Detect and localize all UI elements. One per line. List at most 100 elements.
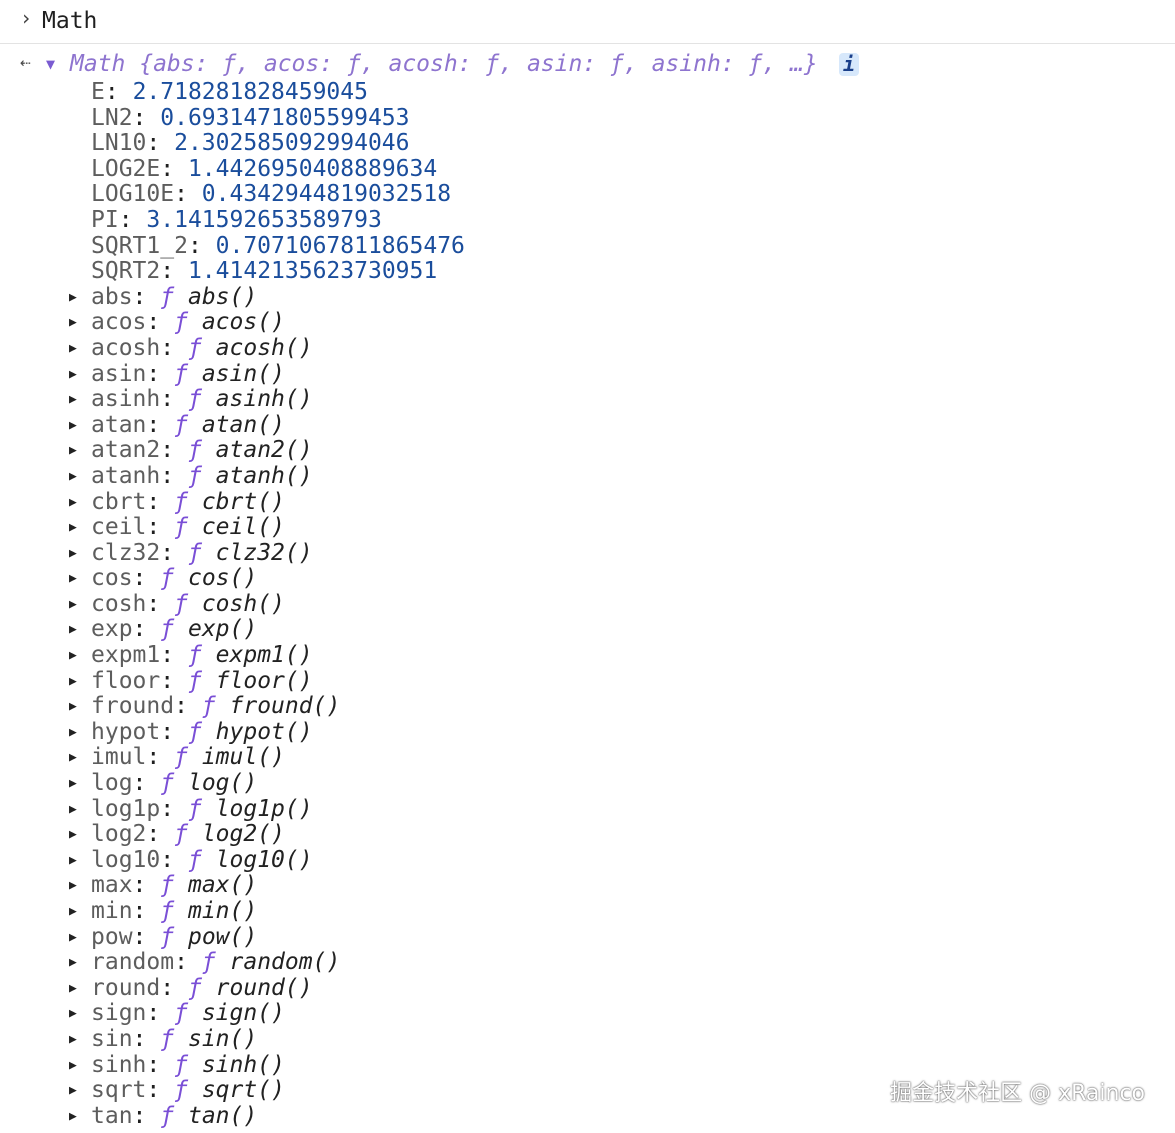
colon: : — [146, 309, 175, 336]
expand-triangle-icon[interactable]: ▶ — [69, 694, 77, 720]
expand-triangle-icon[interactable]: ▶ — [69, 336, 77, 362]
console-input-text[interactable]: Math — [42, 8, 97, 34]
property-row-round[interactable]: ▶ round: ƒ round() — [0, 975, 1175, 1002]
console-input-row[interactable]: › Math — [0, 0, 1175, 44]
expand-triangle-icon[interactable]: ▶ — [69, 592, 77, 618]
expand-triangle-icon[interactable]: ▶ — [69, 362, 77, 388]
property-row-random[interactable]: ▶ random: ƒ random() — [0, 949, 1175, 976]
expand-triangle-icon[interactable]: ▶ — [69, 1053, 77, 1079]
expand-triangle-icon[interactable]: ▶ — [69, 822, 77, 848]
property-row-sin[interactable]: ▶ sin: ƒ sin() — [0, 1026, 1175, 1053]
property-row-floor[interactable]: ▶ floor: ƒ floor() — [0, 667, 1175, 695]
property-row-acosh[interactable]: ▶ acosh: ƒ acosh() — [0, 335, 1175, 362]
property-row-min[interactable]: ▶ min: ƒ min() — [0, 898, 1175, 925]
expand-triangle-icon[interactable]: ▶ — [69, 669, 77, 695]
expand-triangle-icon[interactable]: ▶ — [69, 541, 77, 567]
expand-triangle-icon[interactable]: ▶ — [69, 310, 77, 336]
property-row-imul[interactable]: ▶ imul: ƒ imul() — [0, 745, 1175, 771]
property-row-log10[interactable]: ▶ log10: ƒ log10() — [0, 847, 1175, 874]
expand-triangle-icon[interactable]: ▶ — [69, 515, 77, 541]
function-value: asinh() — [215, 386, 313, 413]
property-key: LOG2E — [91, 155, 161, 182]
property-row-asinh[interactable]: ▶ asinh: ƒ asinh() — [0, 386, 1175, 413]
function-icon: ƒ — [174, 821, 188, 848]
function-value: atan2() — [215, 437, 313, 464]
property-row-abs[interactable]: ▶ abs: ƒ abs() — [0, 284, 1175, 311]
colon: : — [146, 130, 175, 157]
property-value: 1.4142135623730951 — [187, 258, 438, 285]
expand-triangle-icon[interactable]: ▶ — [69, 1104, 77, 1130]
expand-triangle-icon[interactable]: ▶ — [69, 643, 77, 669]
expand-triangle-icon[interactable]: ▶ — [69, 925, 77, 951]
colon: : — [174, 693, 202, 720]
expand-triangle-icon[interactable]: ▶ — [69, 387, 77, 413]
expand-triangle-icon[interactable]: ▶ — [69, 285, 77, 311]
function-value: cosh() — [201, 590, 285, 617]
function-icon: ƒ — [160, 616, 175, 643]
function-icon: ƒ — [201, 949, 216, 976]
property-row-cos[interactable]: ▶ cos: ƒ cos() — [0, 565, 1175, 592]
property-row-log2[interactable]: ▶ log2: ƒ log2() — [0, 821, 1175, 848]
function-icon: ƒ — [187, 539, 202, 566]
property-row-clz32[interactable]: ▶ clz32: ƒ clz32() — [0, 539, 1175, 567]
expand-triangle-icon[interactable]: ▶ — [69, 1027, 77, 1053]
expand-triangle-icon[interactable]: ▶ — [69, 566, 77, 592]
expand-triangle-icon[interactable]: ▶ — [69, 899, 77, 925]
colon: : — [132, 770, 161, 797]
expand-triangle-icon[interactable]: ▶ — [69, 720, 77, 746]
expand-triangle-icon[interactable]: ▶ — [69, 771, 77, 797]
function-value: max() — [187, 872, 258, 899]
expand-triangle-icon[interactable]: ▶ — [69, 950, 77, 976]
property-key: random — [91, 949, 175, 976]
expand-triangle-icon[interactable]: ▶ — [69, 464, 77, 490]
property-row-acos[interactable]: ▶ acos: ƒ acos() — [0, 310, 1175, 336]
property-row-cosh[interactable]: ▶ cosh: ƒ cosh() — [0, 590, 1175, 618]
property-row-expm1[interactable]: ▶ expm1: ƒ expm1() — [0, 642, 1175, 669]
property-row-asin[interactable]: ▶ asin: ƒ asin() — [0, 361, 1175, 388]
property-key: sinh — [91, 1051, 147, 1078]
function-value: log2() — [201, 821, 285, 848]
expand-triangle-icon[interactable]: ▶ — [69, 797, 77, 823]
collapse-caret-icon[interactable]: ▼ — [46, 55, 55, 73]
property-row-sign[interactable]: ▶ sign: ƒ sign() — [0, 1001, 1175, 1027]
expand-triangle-icon[interactable]: ▶ — [69, 1078, 77, 1104]
expand-triangle-icon[interactable]: ▶ — [69, 490, 77, 516]
colon: : — [160, 539, 188, 566]
function-value: sqrt() — [201, 1077, 285, 1104]
property-row-tan[interactable]: ▶ tan: ƒ tan() — [0, 1103, 1175, 1130]
expand-triangle-icon[interactable]: ▶ — [69, 1001, 77, 1027]
property-row-fround[interactable]: ▶ fround: ƒ fround() — [0, 693, 1175, 720]
console-result-row: ⇠ ▼ Math {abs: ƒ, acos: ƒ, acosh: ƒ, asi… — [0, 50, 1175, 78]
property-row-log[interactable]: ▶ log: ƒ log() — [0, 770, 1175, 797]
function-icon: ƒ — [174, 1051, 188, 1078]
property-key: sign — [91, 1000, 147, 1027]
expand-triangle-icon[interactable]: ▶ — [69, 976, 77, 1002]
object-summary[interactable]: Math {abs: ƒ, acos: ƒ, acosh: ƒ, asin: ƒ… — [70, 51, 818, 77]
function-value: atan() — [201, 411, 285, 438]
expand-triangle-icon[interactable]: ▶ — [69, 745, 77, 771]
property-row-cbrt[interactable]: ▶ cbrt: ƒ cbrt() — [0, 489, 1175, 516]
function-icon: ƒ — [187, 386, 202, 413]
info-icon[interactable]: i — [839, 53, 859, 76]
function-icon: ƒ — [187, 795, 202, 822]
property-row-hypot[interactable]: ▶ hypot: ƒ hypot() — [0, 718, 1175, 746]
property-row-pow[interactable]: ▶ pow: ƒ pow() — [0, 924, 1175, 951]
expand-triangle-icon[interactable]: ▶ — [69, 413, 77, 439]
property-row-atan2[interactable]: ▶ atan2: ƒ atan2() — [0, 438, 1175, 464]
expand-triangle-icon[interactable]: ▶ — [69, 848, 77, 874]
property-key: hypot — [91, 718, 161, 745]
property-row-ceil[interactable]: ▶ ceil: ƒ ceil() — [0, 514, 1175, 541]
expand-triangle-icon[interactable]: ▶ — [69, 617, 77, 643]
expand-triangle-icon[interactable]: ▶ — [69, 438, 77, 464]
property-key: PI — [91, 206, 119, 233]
property-row-atanh[interactable]: ▶ atanh: ƒ atanh() — [0, 463, 1175, 490]
property-row-exp[interactable]: ▶ exp: ƒ exp() — [0, 617, 1175, 643]
property-row-max[interactable]: ▶ max: ƒ max() — [0, 873, 1175, 899]
function-icon: ƒ — [174, 514, 188, 541]
property-row-log1p[interactable]: ▶ log1p: ƒ log1p() — [0, 795, 1175, 823]
expand-triangle-icon[interactable]: ▶ — [69, 873, 77, 899]
property-row-ln2: LN2: 0.6931471805599453 — [0, 105, 1175, 132]
property-value: 0.4342944819032518 — [201, 181, 452, 208]
property-row-atan[interactable]: ▶ atan: ƒ atan() — [0, 411, 1175, 439]
function-value: floor() — [215, 667, 313, 694]
